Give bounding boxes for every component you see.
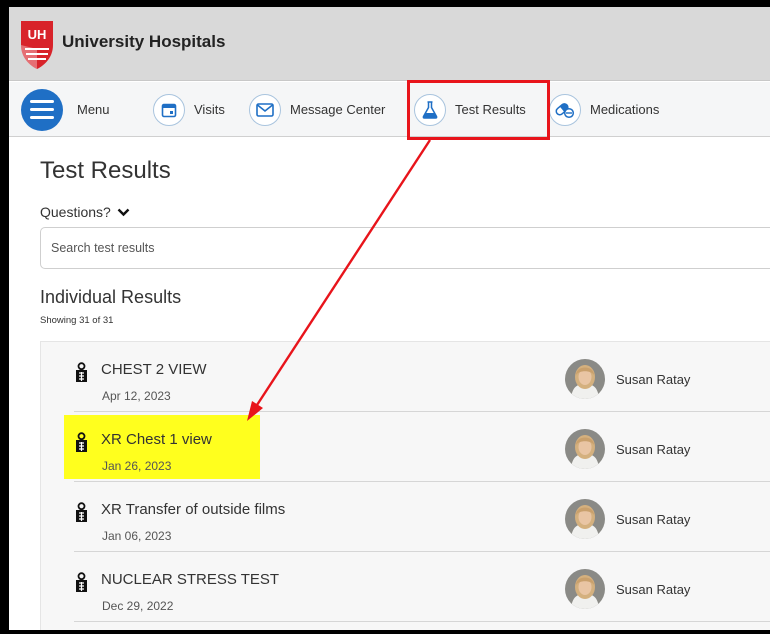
result-date: Jan 06, 2023 bbox=[102, 529, 172, 543]
annotation-red-box bbox=[407, 80, 550, 140]
search-input[interactable] bbox=[41, 228, 770, 268]
radiology-icon bbox=[76, 502, 87, 522]
nav-visits-label: Visits bbox=[194, 102, 225, 117]
result-name: XR Chest 1 view bbox=[101, 431, 212, 448]
university-hospitals-logo[interactable]: UH bbox=[19, 19, 55, 71]
provider-name: Susan Ratay bbox=[616, 372, 691, 387]
page-title: Test Results bbox=[40, 157, 171, 184]
provider-avatar bbox=[565, 429, 605, 469]
brand-name: University Hospitals bbox=[62, 32, 226, 51]
provider-avatar bbox=[565, 569, 605, 609]
results-count: Showing 31 of 31 bbox=[40, 315, 114, 326]
result-row[interactable]: NUCLEAR STRESS TEST Dec 29, 2022 Susan R… bbox=[41, 552, 770, 622]
result-row[interactable]: XR Chest 1 view Jan 26, 2023 Susan Ratay bbox=[41, 412, 770, 482]
chevron-down-icon bbox=[117, 208, 130, 216]
result-date: Dec 29, 2022 bbox=[102, 599, 174, 613]
result-name: XR Transfer of outside films bbox=[101, 501, 286, 518]
result-date: Jan 26, 2023 bbox=[102, 459, 172, 473]
nav-menu-label: Menu bbox=[77, 102, 110, 117]
provider-name: Susan Ratay bbox=[616, 512, 691, 527]
result-row[interactable]: CHEST 2 VIEW Apr 12, 2023 Susan Ratay bbox=[41, 342, 770, 412]
main-nav: Menu Visits Message Center Test Results … bbox=[9, 82, 770, 137]
result-date: Apr 12, 2023 bbox=[102, 389, 171, 403]
result-name: NUCLEAR STRESS TEST bbox=[101, 571, 280, 588]
radiology-icon bbox=[76, 362, 87, 382]
results-list: CHEST 2 VIEW Apr 12, 2023 Susan Ratay XR… bbox=[40, 341, 770, 630]
result-row[interactable]: XR Transfer of outside films Jan 06, 202… bbox=[41, 482, 770, 552]
hamburger-icon bbox=[21, 88, 63, 131]
questions-label: Questions? bbox=[40, 204, 111, 220]
nav-message-center[interactable]: Message Center bbox=[249, 82, 385, 137]
provider-avatar bbox=[565, 359, 605, 399]
row-divider bbox=[74, 621, 770, 622]
nav-medications-label: Medications bbox=[590, 102, 660, 117]
nav-visits[interactable]: Visits bbox=[153, 82, 225, 137]
questions-toggle[interactable]: Questions? bbox=[40, 204, 130, 220]
svg-text:UH: UH bbox=[28, 27, 47, 42]
nav-message-center-label: Message Center bbox=[290, 102, 386, 117]
results-heading: Individual Results bbox=[40, 287, 182, 307]
envelope-icon bbox=[249, 93, 281, 126]
provider-avatar bbox=[565, 499, 605, 539]
nav-menu[interactable]: Menu bbox=[21, 82, 110, 137]
top-banner: UH University Hospitals bbox=[9, 7, 770, 81]
calendar-icon bbox=[153, 93, 185, 126]
pills-icon bbox=[549, 93, 581, 126]
provider-name: Susan Ratay bbox=[616, 582, 691, 597]
search-box bbox=[40, 227, 770, 269]
radiology-icon bbox=[76, 572, 87, 592]
screenshot-frame: UH University Hospitals Menu Visits Mess… bbox=[0, 0, 770, 634]
radiology-icon bbox=[76, 432, 87, 452]
result-name: CHEST 2 VIEW bbox=[101, 361, 207, 378]
nav-medications[interactable]: Medications bbox=[549, 82, 659, 137]
provider-name: Susan Ratay bbox=[616, 442, 691, 457]
